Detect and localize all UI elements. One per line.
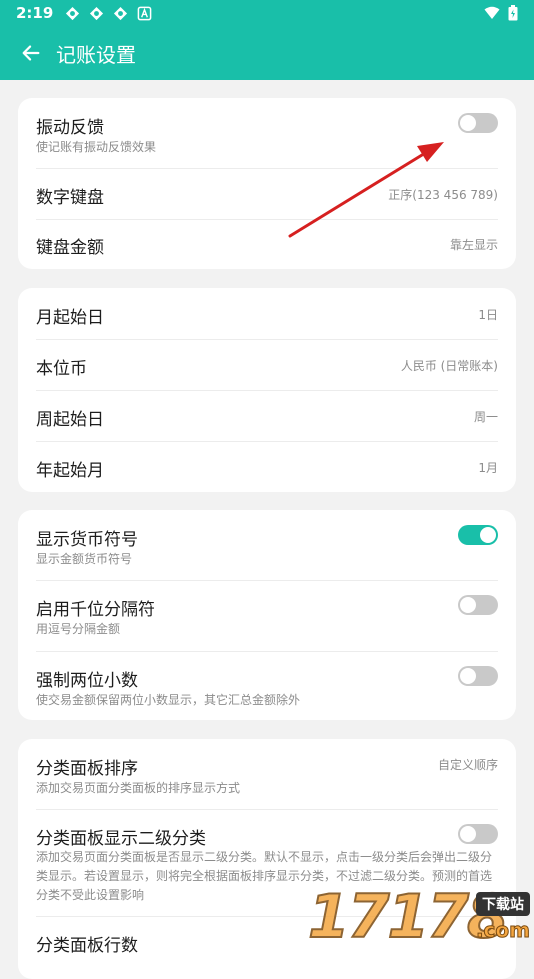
toggle-knob <box>480 527 496 543</box>
setting-row-thousands[interactable]: 启用千位分隔符 用逗号分隔金额 <box>18 581 516 651</box>
secondary-category-toggle[interactable] <box>458 824 498 844</box>
setting-row-decimals[interactable]: 强制两位小数 使交易金额保留两位小数显示，其它汇总金额除外 <box>18 652 516 720</box>
setting-title: 启用千位分隔符 <box>36 600 155 620</box>
setting-title: 强制两位小数 <box>36 671 138 691</box>
setting-value: 1日 <box>478 308 498 322</box>
toggle-knob <box>460 597 476 613</box>
toggle-knob <box>460 826 476 842</box>
setting-title: 周起始日 <box>36 410 104 430</box>
status-time: 2:19 <box>16 4 54 22</box>
vibration-toggle[interactable] <box>458 113 498 133</box>
settings-card-display: 显示货币符号 显示金额货币符号 启用千位分隔符 用逗号分隔金额 强制两位小数 使… <box>18 510 516 720</box>
setting-subtitle: 添加交易页面分类面板的排序显示方式 <box>36 781 241 795</box>
watermark-badge: 下载站 <box>476 892 530 916</box>
setting-subtitle: 使交易金额保留两位小数显示，其它汇总金额除外 <box>36 693 301 707</box>
setting-title: 数字键盘 <box>36 188 104 208</box>
battery-icon <box>508 5 518 21</box>
wifi-icon <box>484 6 500 19</box>
setting-title: 年起始月 <box>36 461 104 481</box>
setting-title: 键盘金额 <box>36 238 104 258</box>
setting-row-category-sort[interactable]: 分类面板排序 添加交易页面分类面板的排序显示方式 自定义顺序 <box>18 739 516 809</box>
setting-row-week-start[interactable]: 周起始日 周一 <box>18 391 516 441</box>
watermark-logo: 17178 下载站 .com <box>307 883 534 951</box>
setting-value: 1月 <box>478 461 498 475</box>
status-notification-icons <box>65 6 152 21</box>
settings-card-period: 月起始日 1日 本位币 人民币 (日常账本) 周起始日 周一 年起始月 1月 <box>18 288 516 492</box>
watermark-suffix: .com <box>475 918 530 943</box>
setting-value: 周一 <box>473 410 498 424</box>
setting-title: 振动反馈 <box>36 118 104 138</box>
setting-title: 显示货币符号 <box>36 530 138 550</box>
setting-subtitle: 用逗号分隔金额 <box>36 622 121 636</box>
thousands-toggle[interactable] <box>458 595 498 615</box>
app-notification-icon <box>114 6 128 20</box>
setting-row-month-start[interactable]: 月起始日 1日 <box>18 288 516 339</box>
settings-card-input: 振动反馈 使记账有振动反馈效果 数字键盘 正序(123 456 789) 键盘金… <box>18 98 516 269</box>
setting-subtitle: 显示金额货币符号 <box>36 552 133 566</box>
currency-symbol-toggle[interactable] <box>458 525 498 545</box>
setting-title: 分类面板显示二级分类 <box>36 829 206 849</box>
page-title: 记账设置 <box>56 42 136 67</box>
setting-value: 正序(123 456 789) <box>388 188 498 202</box>
setting-row-currency[interactable]: 本位币 人民币 (日常账本) <box>18 340 516 390</box>
setting-row-amount[interactable]: 键盘金额 靠左显示 <box>18 220 516 269</box>
app-bar: 记账设置 <box>0 26 534 80</box>
setting-value: 人民币 (日常账本) <box>400 359 498 373</box>
setting-title: 本位币 <box>36 359 87 379</box>
a-icon <box>137 6 152 20</box>
setting-subtitle: 使记账有振动反馈效果 <box>36 140 157 154</box>
status-right-icons <box>484 5 518 21</box>
setting-row-year-start[interactable]: 年起始月 1月 <box>18 442 516 492</box>
arrow-left-icon[interactable] <box>20 42 42 64</box>
toggle-knob <box>460 115 476 131</box>
setting-row-vibration[interactable]: 振动反馈 使记账有振动反馈效果 <box>18 98 516 168</box>
setting-value: 靠左显示 <box>449 238 498 252</box>
setting-value: 自定义顺序 <box>437 758 498 772</box>
app-notification-icon <box>90 6 104 20</box>
setting-row-currency-symbol[interactable]: 显示货币符号 显示金额货币符号 <box>18 510 516 580</box>
status-bar: 2:19 <box>0 0 534 26</box>
setting-row-keyboard[interactable]: 数字键盘 正序(123 456 789) <box>18 169 516 219</box>
setting-title: 月起始日 <box>36 308 104 328</box>
app-notification-icon <box>66 6 80 20</box>
setting-title: 分类面板排序 <box>36 759 138 779</box>
toggle-knob <box>460 668 476 684</box>
decimals-toggle[interactable] <box>458 666 498 686</box>
setting-title: 分类面板行数 <box>36 936 138 956</box>
